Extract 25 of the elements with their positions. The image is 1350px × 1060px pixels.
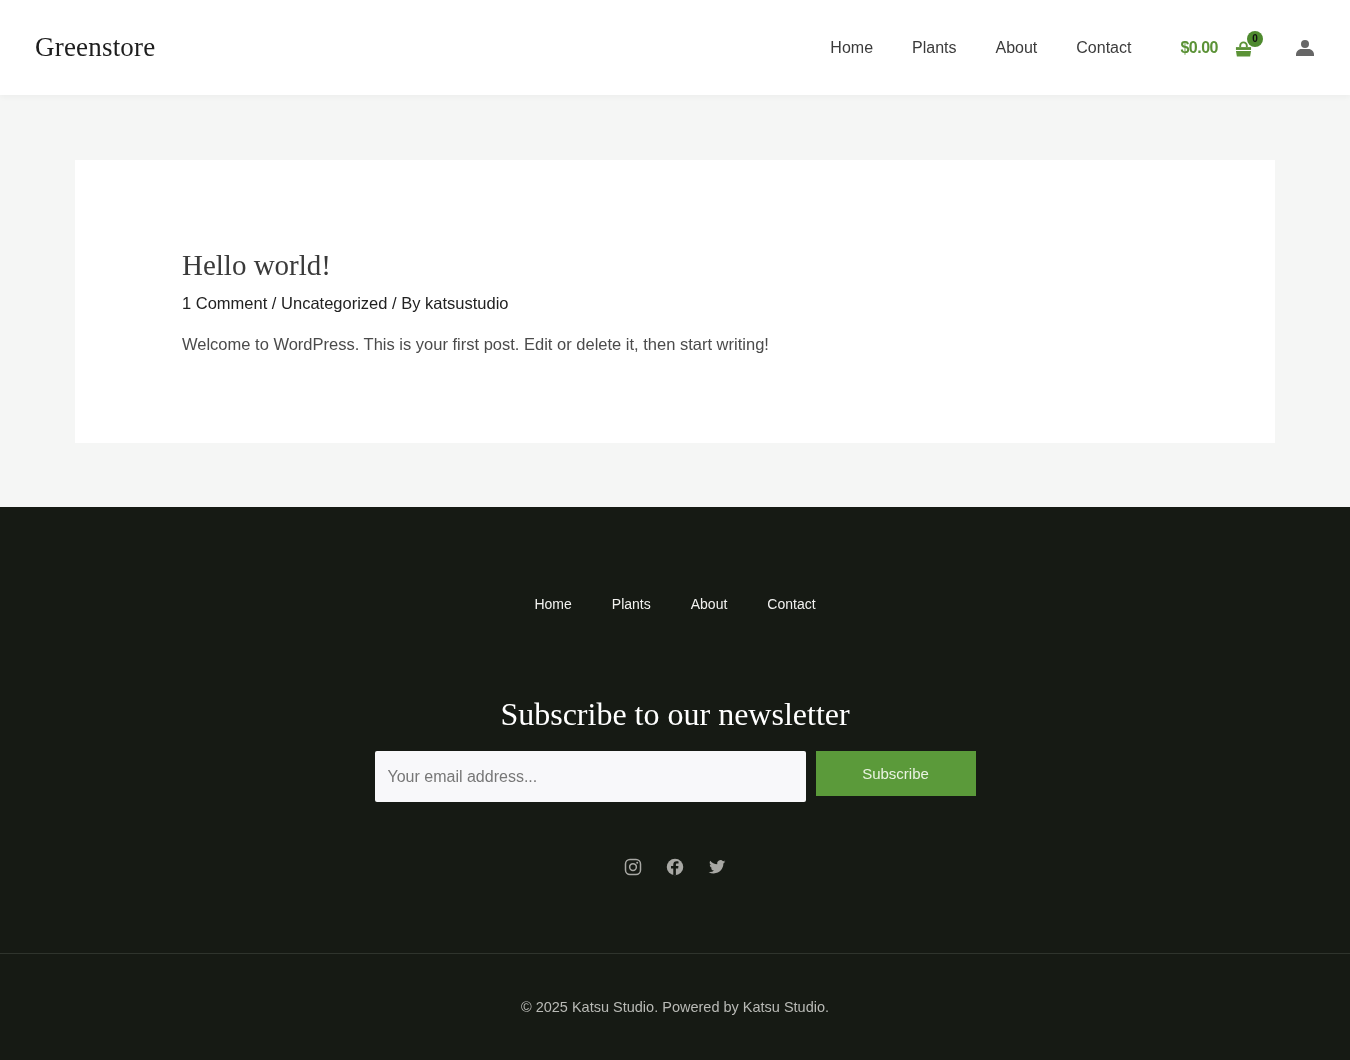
nav-link[interactable]: Plants bbox=[912, 38, 957, 57]
facebook-icon[interactable] bbox=[666, 858, 684, 876]
twitter-icon[interactable] bbox=[708, 858, 726, 876]
nav-link[interactable]: About bbox=[995, 38, 1038, 57]
instagram-icon[interactable] bbox=[624, 858, 642, 876]
meta-link[interactable]: 1 Comment bbox=[182, 294, 268, 312]
cart-total[interactable]: $0.00 bbox=[1180, 38, 1218, 57]
cart-count-badge: 0 bbox=[1247, 30, 1263, 47]
meta-link[interactable]: Uncategorized bbox=[281, 294, 388, 312]
meta-link[interactable]: katsustudio bbox=[425, 294, 509, 312]
email-input-field[interactable]: Your email address... bbox=[374, 751, 806, 802]
nav-link[interactable]: Home bbox=[830, 38, 874, 57]
nav-link[interactable]: Contact bbox=[1076, 38, 1132, 57]
site-logo[interactable]: Greenstore bbox=[35, 32, 156, 63]
footer-nav-link[interactable]: Contact bbox=[767, 594, 816, 614]
newsletter-heading: Subscribe to our newsletter bbox=[500, 695, 850, 734]
footer-nav-link[interactable]: About bbox=[690, 594, 728, 614]
copyright-text: © 2025 Katsu Studio. Powered by Katsu Studio. bbox=[520, 999, 830, 1015]
footer-nav-link[interactable]: Plants bbox=[611, 594, 651, 614]
post-body: Welcome to WordPress. This is your first post. Edit or delete it, then start writing! bbox=[182, 334, 770, 355]
post-meta: 1 Comment / Uncategorized / By katsustudio bbox=[182, 293, 510, 314]
user-icon[interactable] bbox=[1296, 39, 1314, 56]
post-title: Hello world! bbox=[182, 248, 332, 282]
shopping-bag-icon[interactable] bbox=[1235, 40, 1252, 57]
footer-nav-link[interactable]: Home bbox=[534, 594, 572, 614]
